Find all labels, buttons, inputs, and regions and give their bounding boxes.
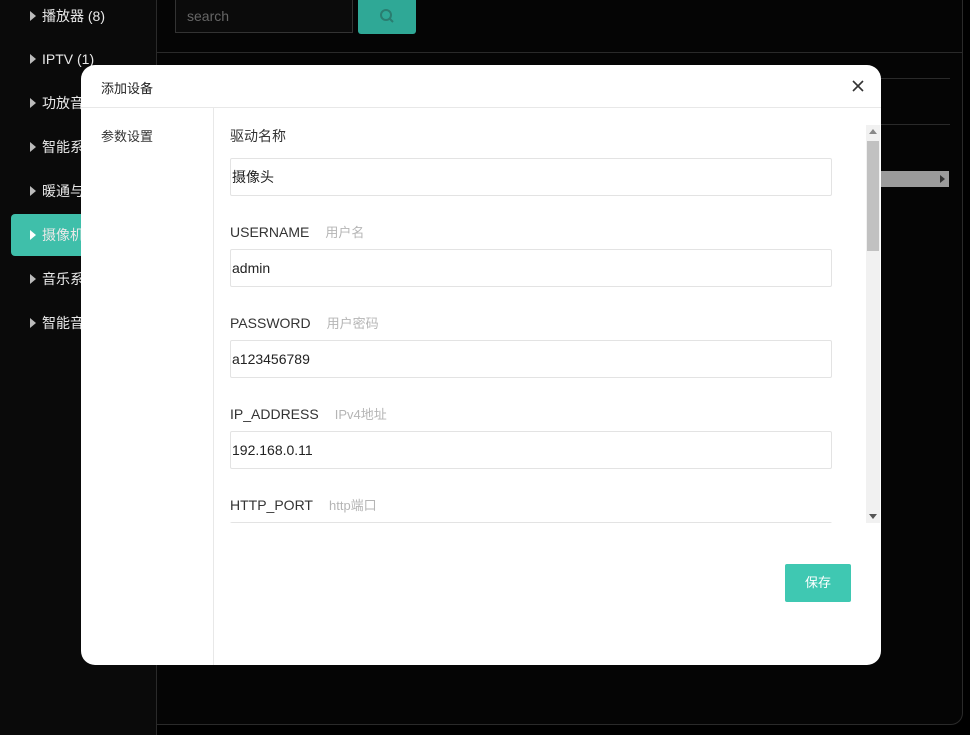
dialog-side-nav: 参数设置 <box>81 108 214 665</box>
field-label-ip-address: IP_ADDRESS IPv4地址 <box>230 404 387 423</box>
field-label-text: IP_ADDRESS <box>230 406 319 422</box>
form-scrollbar[interactable] <box>866 125 880 523</box>
field-label-text: PASSWORD <box>230 315 311 331</box>
add-device-dialog: 添加设备 参数设置 驱动名称 摄像头 USERNAME 用户名 admin PAS… <box>81 65 881 665</box>
tab-parameter-settings[interactable]: 参数设置 <box>101 126 153 145</box>
field-label-username: USERNAME 用户名 <box>230 222 364 241</box>
caret-right-icon <box>30 54 36 64</box>
caret-right-icon <box>30 11 36 21</box>
caret-right-icon <box>30 98 36 108</box>
divider <box>157 52 963 53</box>
divider <box>880 78 950 79</box>
app-window: 播放器 (8) IPTV (1) 功放音 智能系 暖通与 摄像机 音乐系 智能音… <box>0 0 970 735</box>
field-hint: http端口 <box>328 498 377 513</box>
category-label: 音乐系 <box>42 271 84 287</box>
category-item-players[interactable]: 播放器 (8) <box>11 0 157 37</box>
category-label: 摄像机 <box>42 227 84 243</box>
save-button[interactable]: 保存 <box>785 564 851 602</box>
search-button[interactable] <box>358 0 416 34</box>
field-label-driver-name: 驱动名称 <box>230 126 286 146</box>
dialog-header: 添加设备 <box>81 65 881 108</box>
password-input[interactable]: a123456789 <box>230 340 832 378</box>
close-icon[interactable] <box>851 79 865 93</box>
ip-address-input[interactable]: 192.168.0.11 <box>230 431 832 469</box>
caret-right-icon <box>30 318 36 328</box>
table-row-highlight[interactable] <box>876 171 949 187</box>
field-hint: IPv4地址 <box>334 407 387 422</box>
field-label-http-port: HTTP_PORT http端口 <box>230 495 377 514</box>
dialog-title: 添加设备 <box>101 81 154 96</box>
field-label-text: USERNAME <box>230 224 310 240</box>
scroll-down-arrow-icon[interactable] <box>869 514 877 519</box>
category-label: 暖通与 <box>42 183 84 199</box>
category-label: 播放器 (8) <box>42 8 105 24</box>
caret-right-icon <box>30 142 36 152</box>
category-label: 智能音 <box>42 315 84 331</box>
search-icon <box>380 9 394 23</box>
scroll-thumb[interactable] <box>867 141 879 251</box>
field-label-password: PASSWORD 用户密码 <box>230 313 379 332</box>
caret-right-icon <box>30 186 36 196</box>
search-input[interactable]: search <box>175 0 353 33</box>
scroll-up-arrow-icon[interactable] <box>869 129 877 134</box>
caret-right-icon <box>30 274 36 284</box>
driver-name-input[interactable]: 摄像头 <box>230 158 832 196</box>
caret-right-icon <box>30 230 36 240</box>
http-port-input[interactable] <box>230 522 832 523</box>
divider <box>880 124 950 125</box>
category-label: 智能系 <box>42 139 84 155</box>
username-input[interactable]: admin <box>230 249 832 287</box>
caret-right-icon <box>940 175 945 183</box>
category-label: 功放音 <box>42 95 84 111</box>
field-label-text: 驱动名称 <box>230 128 286 144</box>
parameter-form: 驱动名称 摄像头 USERNAME 用户名 admin PASSWORD 用户密码 … <box>214 108 881 523</box>
field-hint: 用户密码 <box>326 316 379 331</box>
field-label-text: HTTP_PORT <box>230 497 313 513</box>
field-hint: 用户名 <box>325 225 365 240</box>
